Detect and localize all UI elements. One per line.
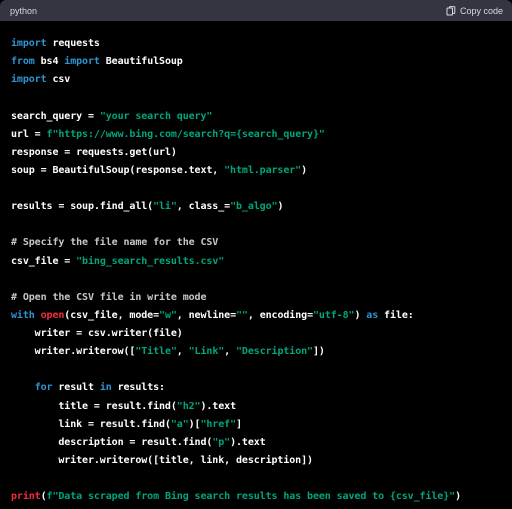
code-token: writer.writerow([title, link, descriptio…: [11, 454, 313, 466]
code-token: # Open the CSV file in write mode: [11, 291, 207, 303]
code-block-header: python Copy code: [0, 0, 512, 21]
code-token: csv_file =: [11, 255, 77, 267]
clipboard-icon: [446, 5, 456, 16]
code-token: results:: [111, 382, 165, 394]
code-token: "html.parser": [224, 164, 302, 176]
code-token: import: [11, 74, 47, 86]
code-token: writer = csv.writer(file): [11, 328, 183, 339]
code-token: "your search query": [99, 110, 213, 122]
code-token: ]: [236, 418, 242, 430]
copy-code-label: Copy code: [459, 5, 503, 16]
code-token: for: [34, 382, 53, 394]
code-token: response = requests.get(url): [11, 146, 177, 158]
code-line: response = requests.get(url): [11, 144, 506, 162]
code-token: search_query =: [11, 110, 100, 122]
code-token: "Description": [236, 346, 313, 358]
code-token: ): [277, 201, 284, 213]
code-line: # Specify the file name for the CSV: [11, 234, 506, 252]
code-token: "p": [212, 436, 231, 448]
code-token: "b_algo": [230, 201, 278, 213]
code-token: ).text: [230, 436, 266, 448]
code-block: python Copy code import requests from bs4…: [0, 0, 512, 509]
code-token: , encoding=: [247, 309, 313, 321]
code-token: , newline=: [176, 309, 237, 321]
code-line: description = result.find("p").text: [11, 434, 506, 452]
code-line: import requests: [11, 35, 506, 53]
code-token: "Title": [135, 346, 177, 358]
code-token: in: [99, 382, 112, 394]
code-token: import: [64, 56, 100, 68]
code-line: for result in results:: [11, 379, 506, 397]
code-token: url =: [11, 128, 47, 140]
code-token: link = result.find(: [11, 418, 171, 430]
code-token: csv: [46, 74, 71, 86]
code-line: csv_file = "bing_search_results.csv": [11, 253, 506, 271]
code-line: url = f"https://www.bing.com/search?q={s…: [11, 126, 506, 144]
code-token: ,: [224, 346, 237, 358]
code-line: with open(csv_file, mode="w", newline=""…: [11, 307, 506, 325]
code-token: writer.writerow([: [11, 346, 136, 358]
code-token: description = result.find(: [11, 436, 213, 448]
code-line: # Open the CSV file in write mode: [11, 289, 506, 307]
code-line: writer.writerow(["Title", "Link", "Descr…: [11, 343, 506, 361]
code-token: from: [11, 56, 35, 68]
code-token: result: [52, 382, 100, 394]
code-token: "href": [200, 418, 236, 430]
code-line: title = result.find("h2").text: [11, 398, 506, 416]
code-token: "bing_search_results.csv": [76, 255, 225, 267]
code-token: f"Data scraped from Bing search results …: [46, 491, 456, 503]
code-token: ,: [176, 346, 189, 358]
code-token: "Link": [188, 346, 225, 358]
code-line: search_query = "your search query": [11, 108, 506, 126]
code-line: writer = csv.writer(file): [11, 325, 506, 343]
code-token: ): [354, 309, 367, 321]
language-label: python: [10, 5, 38, 16]
code-token: import: [11, 38, 47, 49]
code-token: "": [236, 309, 248, 321]
code-line: print(f"Data scraped from Bing search re…: [11, 488, 506, 506]
code-line: soup = BeautifulSoup(response.text, "htm…: [11, 162, 506, 180]
code-token: f"https://www.bing.com/search?q={search_…: [46, 128, 325, 140]
code-token: print: [11, 491, 41, 503]
code-token: "utf-8": [313, 309, 355, 321]
code-token: )[: [188, 418, 201, 430]
code-token: bs4: [34, 56, 65, 68]
code-content: import requests from bs4 import Beautiful…: [11, 35, 506, 509]
code-token: , class_=: [176, 201, 231, 213]
code-token: ]): [312, 346, 325, 358]
code-token: ).text: [200, 400, 236, 412]
code-token: (csv_file, mode=: [64, 309, 160, 321]
code-token: ): [301, 164, 308, 176]
code-token: open: [40, 309, 65, 321]
code-token: title = result.find(: [11, 400, 177, 412]
code-token: soup = BeautifulSoup(response.text,: [11, 164, 225, 176]
code-token: "h2": [176, 400, 201, 412]
code-token: file:: [378, 309, 414, 321]
code-token: requests: [46, 38, 100, 49]
code-token: ): [455, 491, 461, 503]
code-token: as: [366, 309, 379, 321]
code-token: BeautifulSoup: [99, 56, 183, 68]
code-line: from bs4 import BeautifulSoup: [11, 53, 506, 71]
code-token: with: [11, 309, 35, 321]
code-token: "w": [159, 309, 177, 321]
code-line: link = result.find("a")["href"]: [11, 416, 506, 434]
code-token: "a": [170, 418, 189, 430]
code-token: # Specify the file name for the CSV: [11, 237, 219, 249]
code-token: "li": [153, 201, 177, 213]
code-line: results = soup.find_all("li", class_="b_…: [11, 198, 506, 216]
code-line: import csv: [11, 71, 506, 89]
code-line: writer.writerow([title, link, descriptio…: [11, 452, 506, 470]
code-token: results = soup.find_all(: [11, 201, 154, 213]
copy-code-button[interactable]: Copy code: [446, 6, 503, 16]
